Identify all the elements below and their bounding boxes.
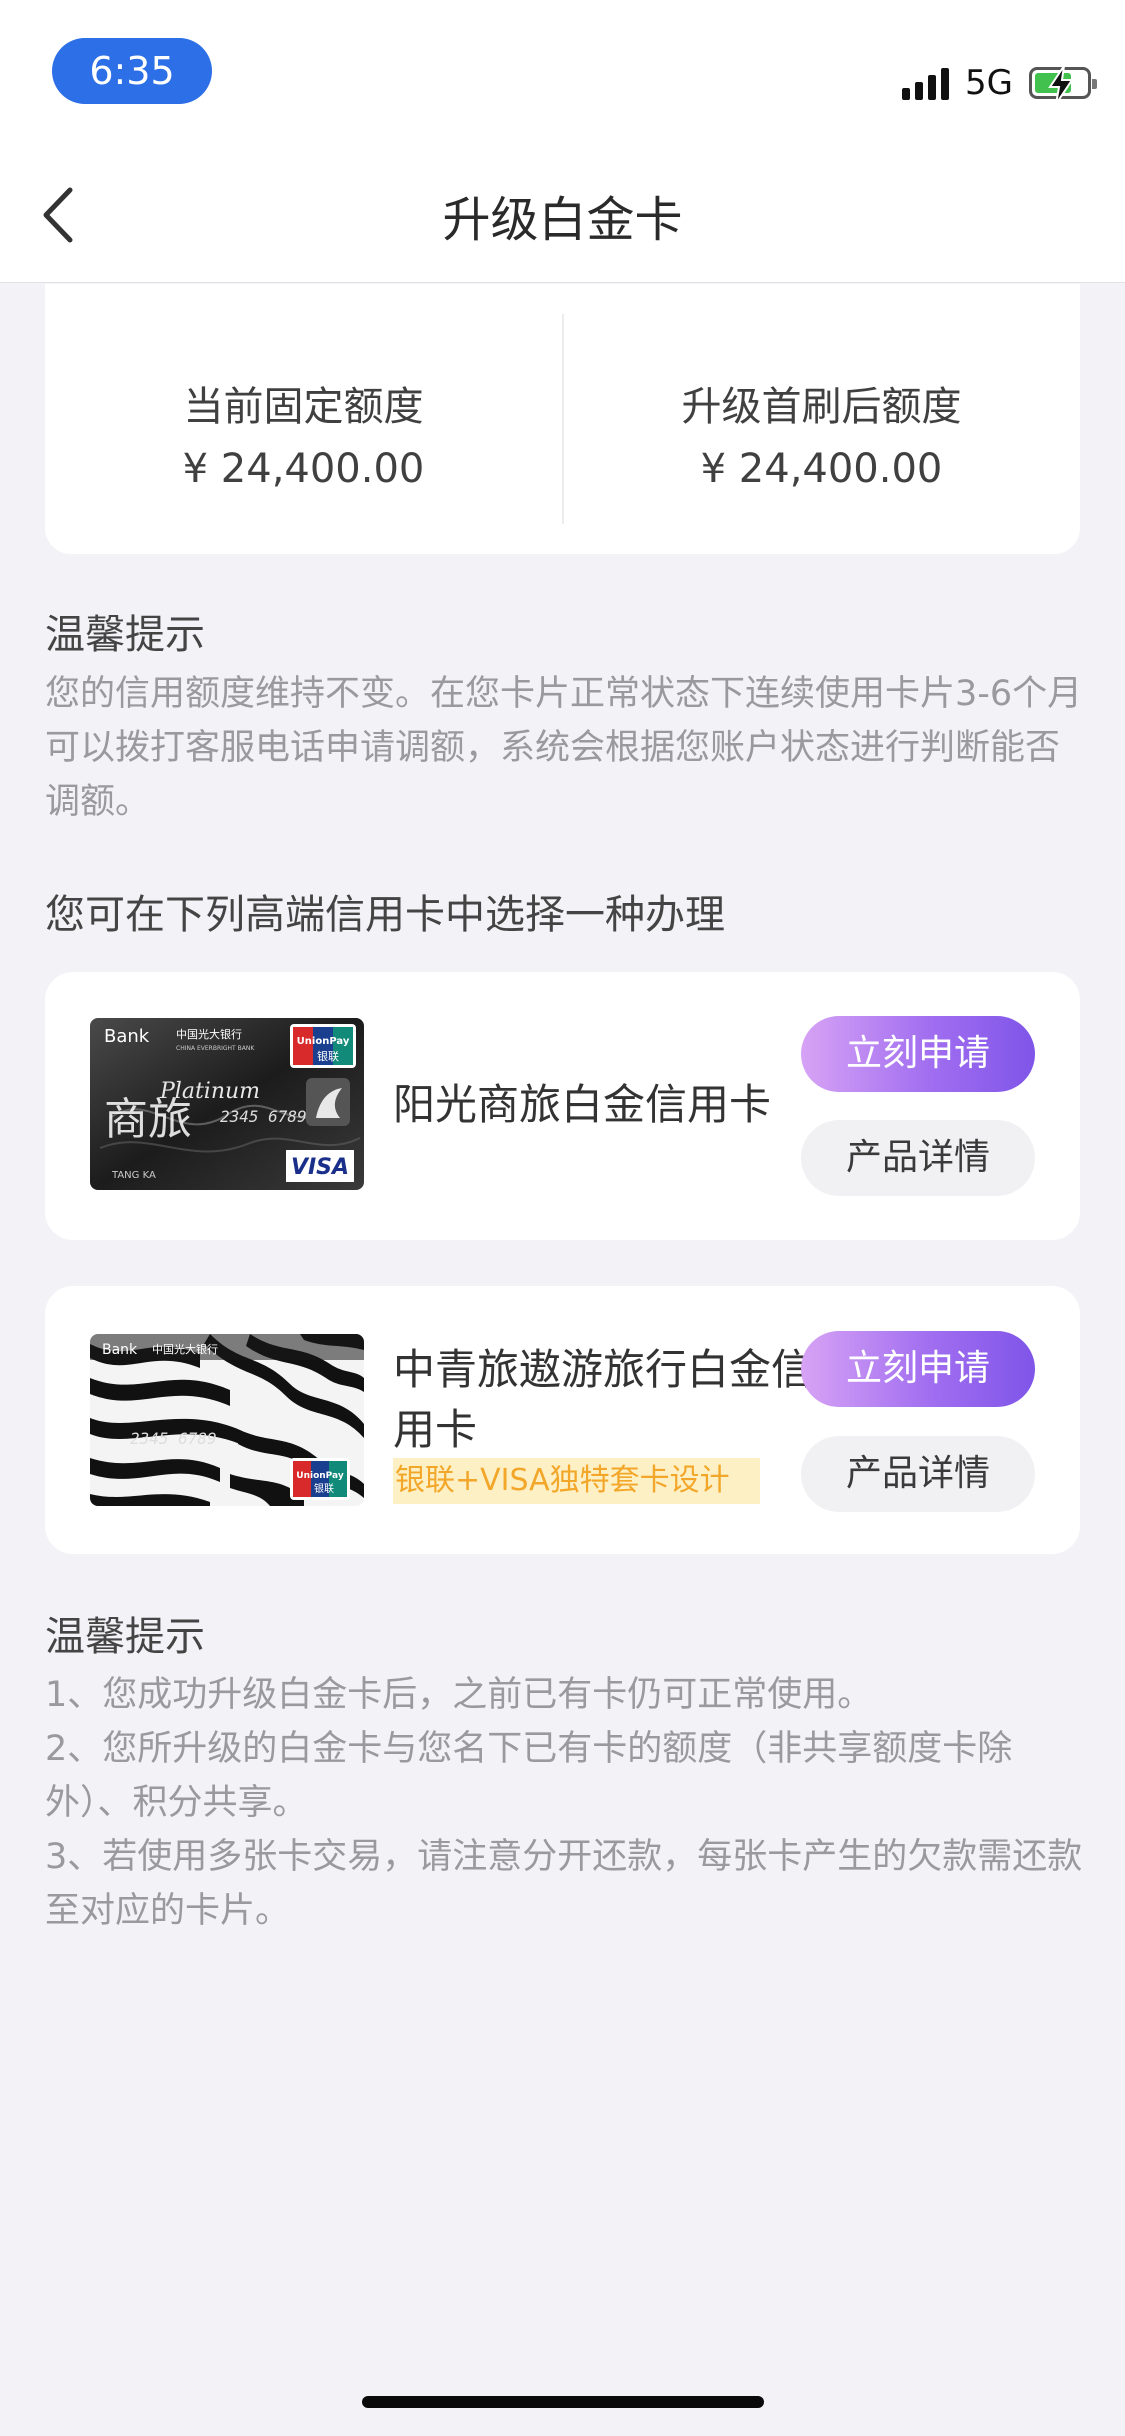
- card2-bank-cn: 中国光大银行: [152, 1342, 218, 1356]
- battery-charging-icon: [1029, 66, 1097, 104]
- product-detail-button[interactable]: 产品详情: [801, 1120, 1035, 1196]
- upgraded-limit: 升级首刷后额度 ¥ 24,400.00: [563, 374, 1080, 492]
- card2-number: 2345 6789: [130, 1429, 217, 1448]
- current-limit-label: 当前固定额度: [183, 384, 424, 430]
- status-indicators: 5G: [902, 58, 1097, 108]
- card-name: 阳光商旅白金信用卡: [393, 1080, 772, 1129]
- card2-bank-label: Bank: [102, 1342, 138, 1358]
- card-bank-label: Bank: [104, 1026, 150, 1047]
- status-time: 6:35: [52, 38, 212, 104]
- tip-heading: 温馨提示: [45, 612, 205, 658]
- card-holder: TANG KA: [111, 1170, 156, 1181]
- choose-card-heading: 您可在下列高端信用卡中选择一种办理: [45, 892, 725, 938]
- tip-list: 1、您成功升级白金卡后，之前已有卡仍可正常使用。 2、您所升级的白金卡与您名下已…: [45, 1668, 1085, 1938]
- status-bar: 6:35 5G: [0, 0, 1125, 140]
- signal-icon: [902, 66, 950, 100]
- svg-text:商旅: 商旅: [104, 1094, 192, 1145]
- tip-list-item: 1、您成功升级白金卡后，之前已有卡仍可正常使用。: [45, 1675, 873, 1715]
- card-bank-en: CHINA EVERBRIGHT BANK: [176, 1045, 255, 1052]
- credit-limit-card: 当前固定额度 ¥ 24,400.00 升级首刷后额度 ¥ 24,400.00: [45, 284, 1080, 554]
- upgraded-limit-label: 升级首刷后额度: [681, 384, 962, 430]
- card-image-zebra: Bank 中国光大银行 2345 6789 UnionPay 银联: [90, 1334, 364, 1506]
- card-name: 中青旅遨游旅行白金信用卡: [393, 1345, 814, 1454]
- current-limit: 当前固定额度 ¥ 24,400.00: [45, 374, 562, 492]
- card2-unionpay-cn: 银联: [314, 1482, 334, 1495]
- card-unionpay-cn: 银联: [317, 1049, 339, 1063]
- home-indicator[interactable]: [362, 2396, 764, 2408]
- product-card: Bank 中国光大银行 CHINA EVERBRIGHT BANK UnionP…: [45, 972, 1080, 1240]
- card-image-platinum: Bank 中国光大银行 CHINA EVERBRIGHT BANK UnionP…: [90, 1018, 364, 1190]
- product-card: Bank 中国光大银行 2345 6789 UnionPay 银联 中青旅遨游旅…: [45, 1286, 1080, 1554]
- tip-heading: 温馨提示: [45, 1614, 205, 1660]
- tip-list-item: 3、若使用多张卡交易，请注意分开还款，每张卡产生的欠款需还款至对应的卡片。: [45, 1837, 1083, 1931]
- tip-text: 您的信用额度维持不变。在您卡片正常状态下连续使用卡片3-6个月可以拨打客服电话申…: [45, 674, 1083, 822]
- product-detail-button[interactable]: 产品详情: [801, 1436, 1035, 1512]
- apply-button[interactable]: 立刻申请: [801, 1016, 1035, 1092]
- current-limit-value: ¥ 24,400.00: [182, 446, 425, 492]
- card-number: 2345 6789: [220, 1107, 307, 1126]
- card-bank-cn: 中国光大银行: [176, 1027, 242, 1041]
- apply-button[interactable]: 立刻申请: [801, 1331, 1035, 1407]
- card-feature-badge: 银联+VISA独特套卡设计: [393, 1458, 760, 1504]
- page-title: 升级白金卡: [442, 192, 683, 248]
- tip-list-item: 2、您所升级的白金卡与您名下已有卡的额度（非共享额度卡除外）、积分共享。: [45, 1729, 1013, 1823]
- card-unionpay: UnionPay: [297, 1036, 350, 1047]
- nav-bar: 升级白金卡: [0, 140, 1125, 283]
- card-visa-logo: VISA: [291, 1155, 349, 1180]
- upgraded-limit-value: ¥ 24,400.00: [700, 446, 943, 492]
- card2-unionpay: UnionPay: [296, 1471, 344, 1481]
- network-label: 5G: [965, 63, 1013, 103]
